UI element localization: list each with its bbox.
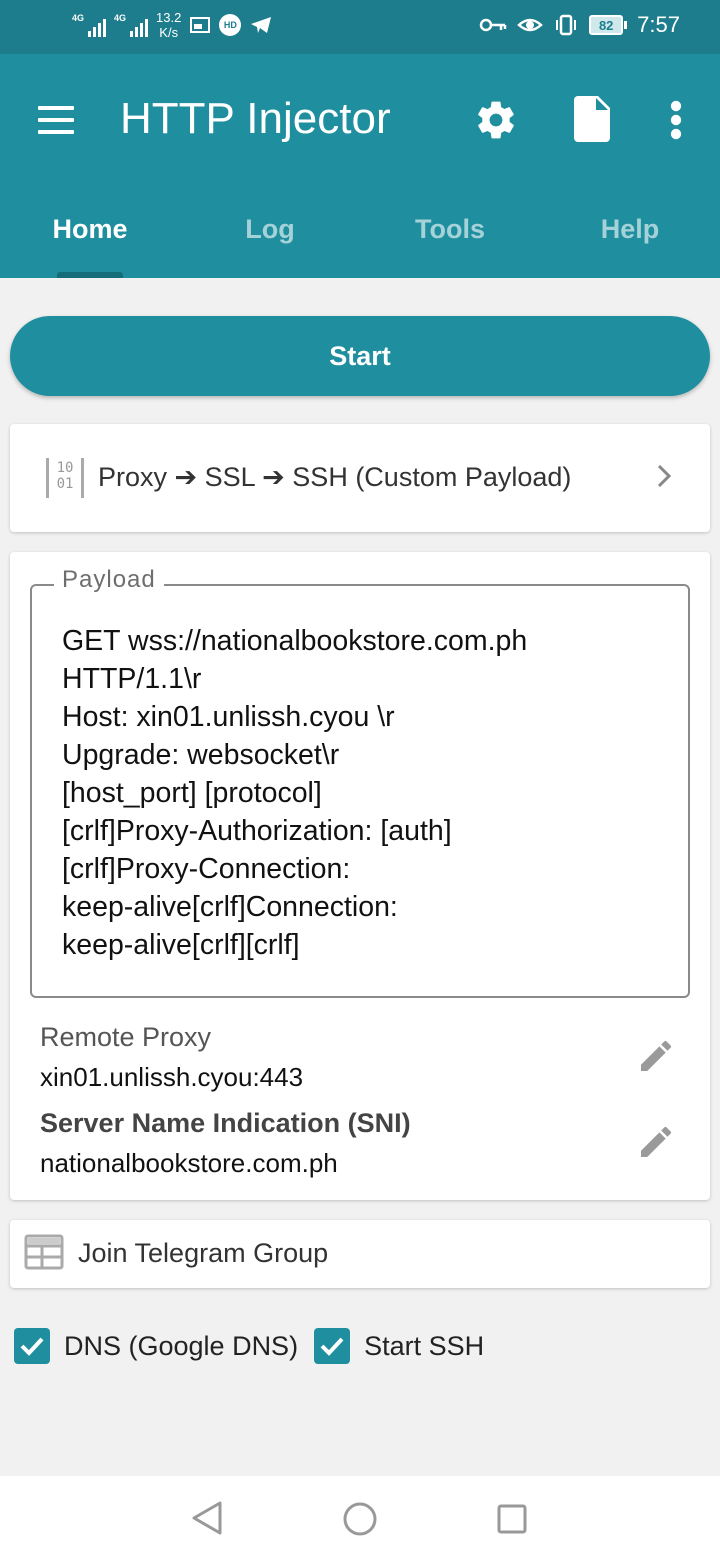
table-icon [24,1234,64,1270]
network-speed: 13.2 K/s [156,10,181,40]
tunnel-mode-label: Proxy ➔ SSL ➔ SSH (Custom Payload) [98,462,572,492]
network-type: 4G [72,13,85,23]
hd-icon: HD [219,14,242,36]
more-vert-icon[interactable] [668,100,684,140]
payload-card: Payload GET wss://nationalbookstore.com.… [10,552,710,1200]
sni-value: nationalbookstore.com.ph [40,1148,338,1178]
check-icon [320,1337,344,1356]
home-icon[interactable] [343,1502,377,1536]
system-nav-bar [0,1476,720,1560]
signal-icon-2: 4G [114,13,149,37]
signal-icon: 4G [72,13,107,37]
start-button[interactable]: Start [10,316,710,396]
edit-remote-proxy-icon[interactable] [636,1036,676,1076]
tab-log[interactable]: Log [180,204,360,278]
gear-icon[interactable] [474,98,518,142]
start-ssh-checkbox[interactable] [314,1328,351,1364]
binary-icon: 10 01 [46,458,84,498]
telegram-icon [251,17,272,33]
payload-label: Payload [54,566,164,594]
battery-level: 82 [589,15,624,35]
chevron-right-icon [657,464,672,488]
clock: 7:57 [637,12,680,37]
payload-field[interactable]: Payload GET wss://nationalbookstore.com.… [30,566,690,998]
recent-apps-icon[interactable] [497,1504,527,1534]
start-ssh-label[interactable]: Start SSH [364,1331,484,1362]
speed-unit: K/s [159,25,179,40]
battery-icon: 82 [589,15,628,35]
gallery-icon [190,17,211,33]
vibrate-icon [556,14,577,36]
tab-bar: Home Log Tools Help [0,204,720,278]
file-icon[interactable] [574,96,610,142]
status-left: 4G 4G 13.2 K/s HD [72,10,273,40]
tab-help[interactable]: Help [540,204,720,278]
app-title: HTTP Injector [120,94,391,143]
eye-icon [517,18,544,32]
remote-proxy-value: xin01.unlissh.cyou:443 [40,1062,304,1092]
join-telegram-label: Join Telegram Group [78,1238,329,1268]
sni-label: Server Name Indication (SNI) [40,1108,411,1138]
status-right: 82 7:57 [479,12,680,38]
network-type-2: 4G [114,13,127,23]
tunnel-mode-selector[interactable]: 10 01 Proxy ➔ SSL ➔ SSH (Custom Payload) [10,424,710,532]
edit-sni-icon[interactable] [636,1122,676,1162]
dns-label[interactable]: DNS (Google DNS) [64,1331,298,1362]
remote-proxy-label: Remote Proxy [40,1022,212,1052]
vpn-key-icon [479,18,507,32]
check-icon [20,1337,44,1356]
payload-text: GET wss://nationalbookstore.com.ph HTTP/… [62,625,528,961]
dns-checkbox[interactable] [14,1328,50,1364]
back-icon[interactable] [190,1500,224,1536]
join-telegram-button[interactable]: Join Telegram Group [10,1220,710,1288]
tab-tools[interactable]: Tools [360,204,540,278]
status-bar: 4G 4G 13.2 K/s HD 82 7:57 [0,0,720,54]
app-bar: HTTP Injector Home Log Tools Help [0,54,720,278]
options-row: DNS (Google DNS) Start SSH [14,1328,500,1364]
tab-home[interactable]: Home [0,204,180,278]
hamburger-menu-icon[interactable] [38,106,74,134]
speed-value: 13.2 [156,10,182,25]
